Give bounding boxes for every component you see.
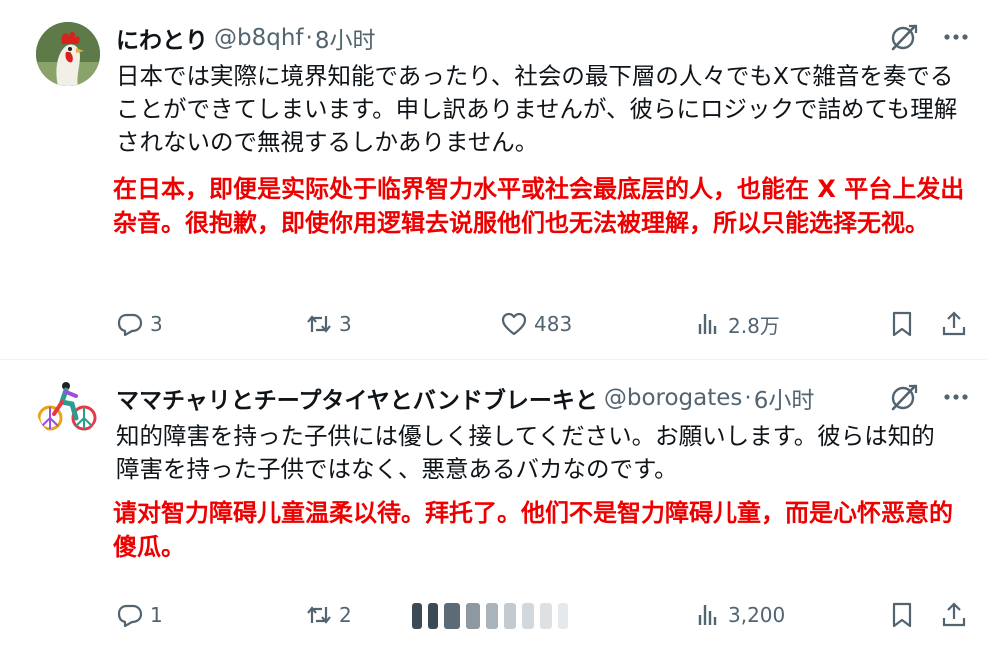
retweet-button[interactable]: 2 [305,597,352,633]
view-count: 3,200 [728,603,786,627]
view-count: 2.8万 [728,313,780,338]
author-handle[interactable]: @borogates [604,385,743,411]
like-count: 483 [534,312,573,336]
reply-icon [117,604,143,628]
author-name[interactable]: にわとり [116,21,208,55]
tweet-text: 知的障害を持った子供には優しく接してください。お願いします。彼らは知的障害を持っ… [116,422,935,483]
views-icon [698,605,717,625]
reply-icon [117,313,143,337]
retweet-icon [307,315,331,333]
retweet-button[interactable]: 3 [305,306,352,342]
redacted-like-area [412,601,578,631]
header-icons [889,22,969,52]
views-button[interactable]: 3,200 [694,597,785,633]
author-handle[interactable]: @b8qhf [214,25,304,51]
tweet-text: 日本では実際に境界知能であったり、社会の最下層の人々でもXで雑音を奏でることがで… [116,62,958,156]
header-icons [889,382,969,412]
bookmark-icon [892,311,912,337]
reply-button[interactable]: 3 [116,306,163,342]
views-icon [698,314,717,334]
grok-icon[interactable] [889,382,919,412]
separator-dot: · [744,385,752,411]
like-button[interactable]: 483 [500,306,572,342]
tweet-2[interactable]: ママチャリとチープタイヤとバンドブレーキと @borogates · 6小时 知… [0,360,987,651]
share-button[interactable] [940,306,968,342]
share-button[interactable] [940,597,968,633]
retweet-count: 3 [339,312,352,336]
cyclist-peace-avatar[interactable] [36,374,100,438]
reply-count: 3 [150,312,163,336]
grok-icon[interactable] [889,22,919,52]
reply-button[interactable]: 1 [116,597,163,633]
reply-count: 1 [150,603,163,627]
author-name[interactable]: ママチャリとチープタイヤとバンドブレーキと [116,381,598,415]
retweet-count: 2 [339,603,352,627]
bookmark-icon [892,602,912,628]
views-button[interactable]: 2.8万 [694,306,780,342]
translation-text: 在日本，即便是实际处于临界智力水平或社会最底层的人，也能在 X 平台上发出杂音。… [113,175,965,237]
share-icon [942,602,966,627]
more-icon[interactable] [943,22,969,52]
tweet-header: にわとり @b8qhf · 8小时 [116,22,965,54]
translation-text: 请对智力障碍儿童温柔以待。拜托了。他们不是智力障碍儿童，而是心怀恶意的傻瓜。 [113,499,953,561]
timestamp[interactable]: 8小时 [315,21,376,55]
separator-dot: · [305,25,313,51]
bookmark-button[interactable] [888,597,916,633]
more-icon[interactable] [943,382,969,412]
rooster-avatar[interactable] [36,22,100,86]
share-icon [942,311,966,336]
retweet-icon [307,606,331,624]
action-bar: 3 3 483 2.8万 [0,306,987,342]
timestamp[interactable]: 6小时 [754,381,815,415]
bookmark-button[interactable] [888,306,916,342]
like-icon [501,312,527,336]
tweet-1[interactable]: にわとり @b8qhf · 8小时 日本では実際に境界知能であったり、社会の最下… [0,0,987,360]
tweet-header: ママチャリとチープタイヤとバンドブレーキと @borogates · 6小时 [116,382,965,414]
